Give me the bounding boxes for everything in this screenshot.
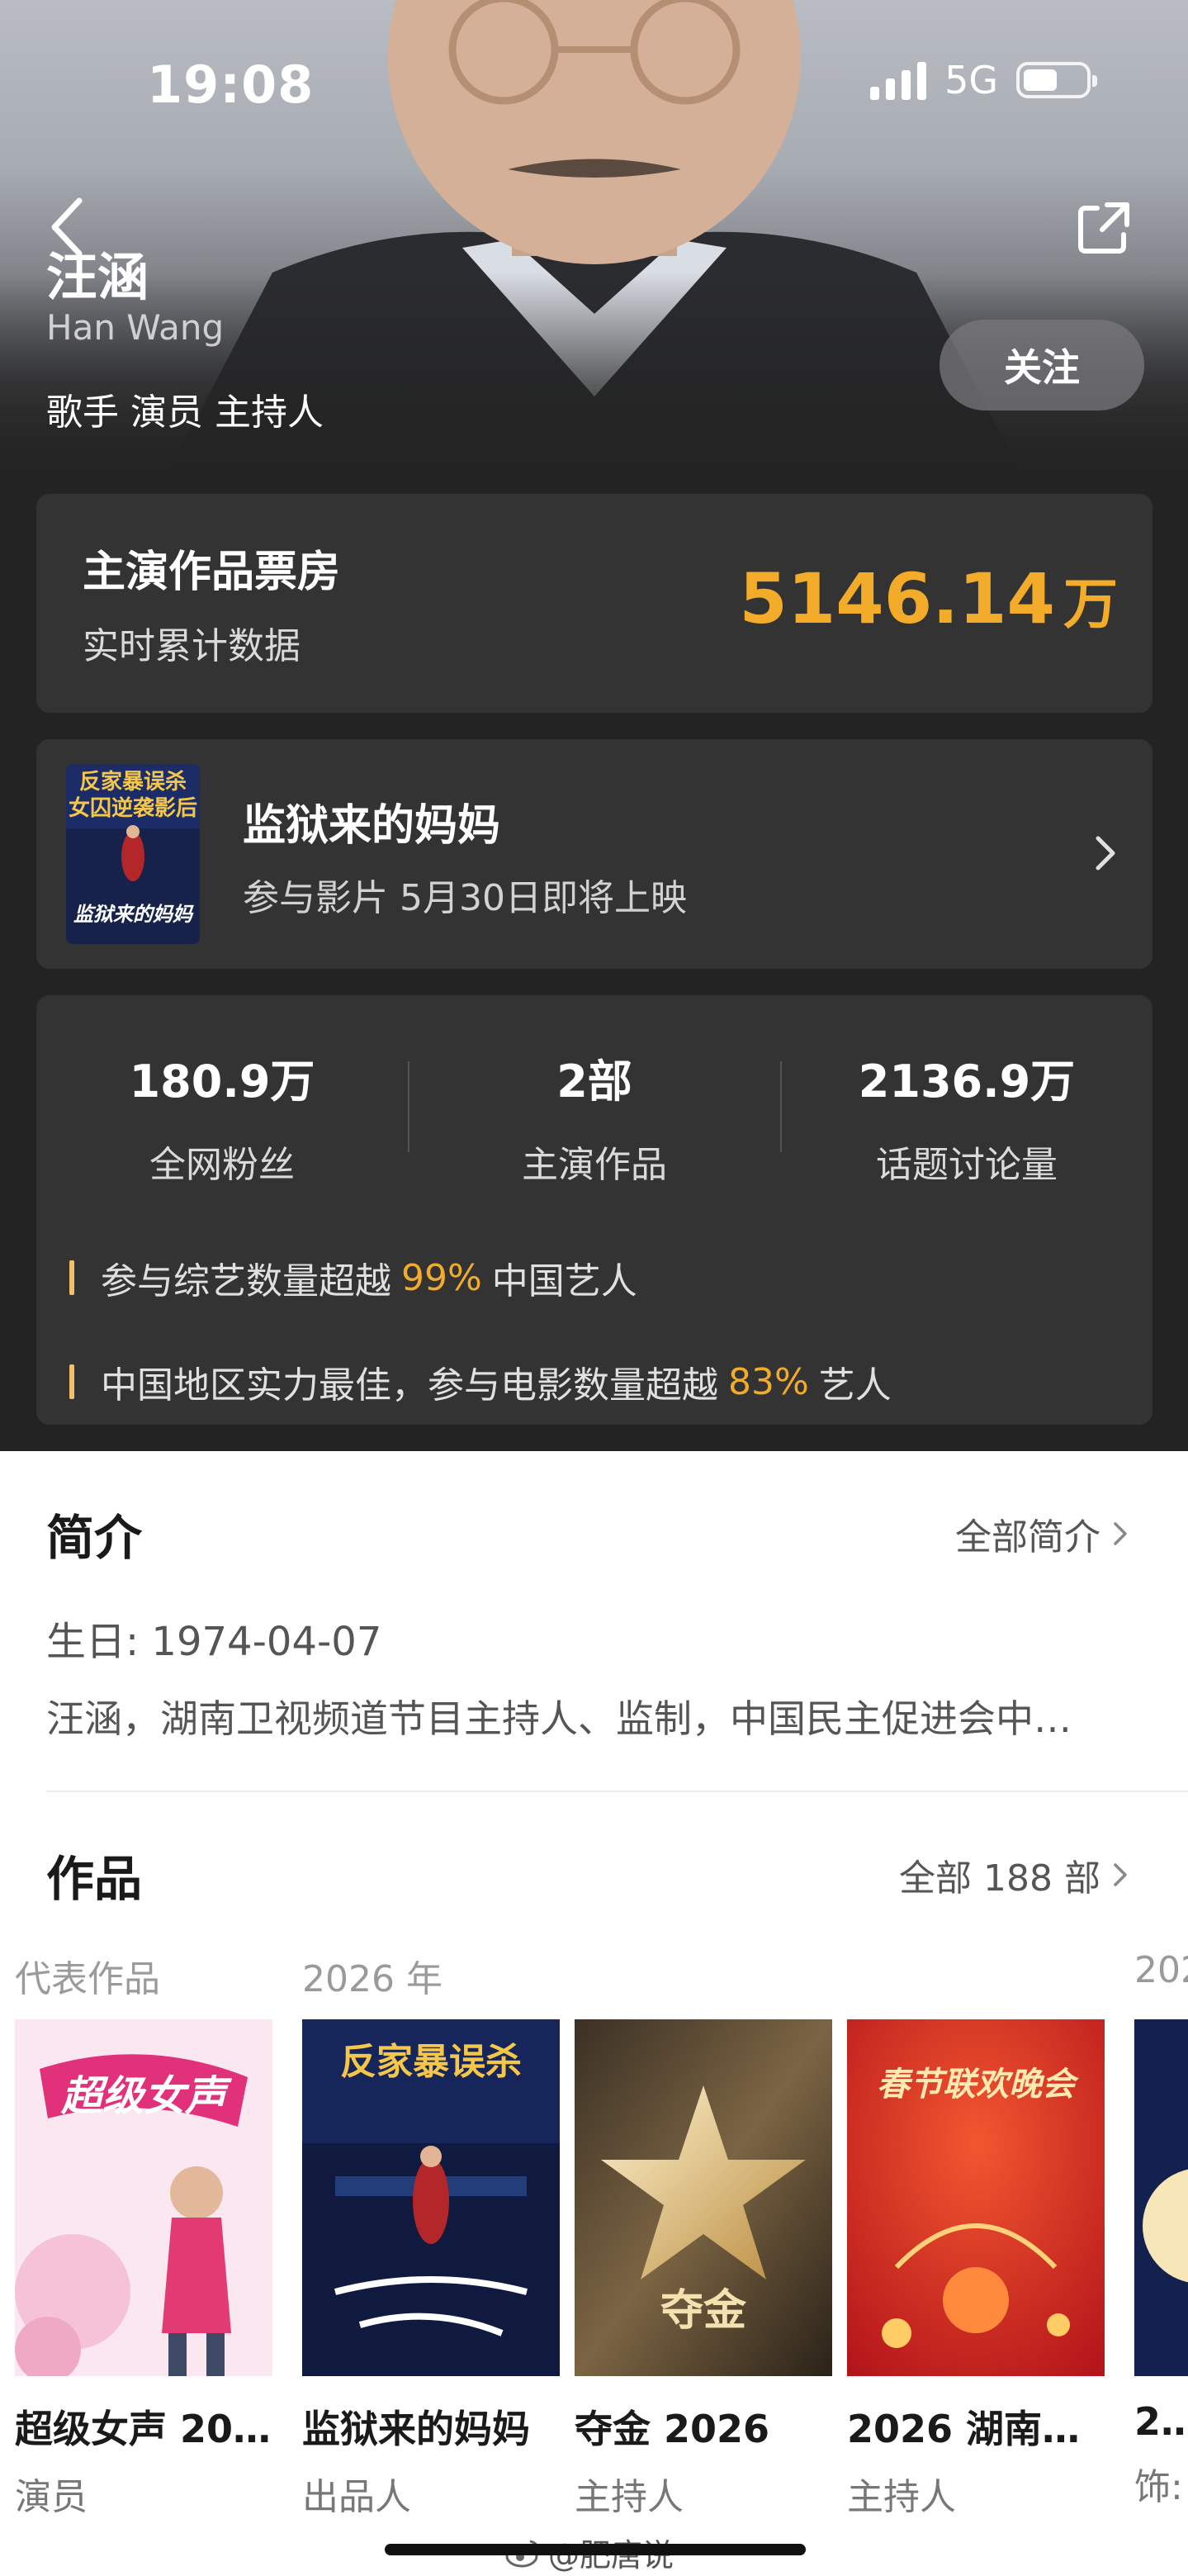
work-poster: 夺金 bbox=[575, 2019, 832, 2376]
work-poster: 反家暴误杀 bbox=[302, 2019, 560, 2376]
work-title: 超级女声 20… bbox=[15, 2407, 272, 2451]
claim-text: 中国地区实力最佳，参与电影数量超越 bbox=[101, 1364, 718, 1407]
home-indicator bbox=[385, 2544, 806, 2555]
claim-variety: 参与综艺数量超越 99% 中国艺人 bbox=[69, 1251, 637, 1304]
work-poster: 春节联欢晚会 bbox=[847, 2019, 1105, 2376]
works-group-label: 2026 年 bbox=[302, 1958, 443, 2000]
network-type: 5G bbox=[944, 58, 998, 102]
claim-text: 艺人 bbox=[818, 1364, 892, 1407]
follow-button[interactable]: 关注 bbox=[940, 320, 1144, 410]
status-time: 19:08 bbox=[147, 55, 315, 115]
upcoming-movie-title: 监狱来的妈妈 bbox=[243, 801, 501, 851]
works-group-label: 202 bbox=[1134, 1949, 1188, 1991]
box-office-title: 主演作品票房 bbox=[83, 548, 341, 597]
work-item[interactable]: 202 饰: bbox=[1134, 2019, 1188, 2510]
stat-value: 2136.9万 bbox=[858, 1056, 1076, 1108]
work-poster-text: 超级女声 bbox=[60, 2072, 232, 2120]
intro-text: 汪涵，湖南卫视频道节目主持人、监制，中国民主促进会中… bbox=[46, 1696, 1072, 1741]
work-role: 主持人 bbox=[575, 2476, 684, 2518]
work-poster-text: 夺金 bbox=[660, 2286, 747, 2336]
works-group-label: 代表作品 bbox=[15, 1958, 160, 2000]
intro-title: 简介 bbox=[46, 1510, 143, 1566]
artist-name: 汪涵 bbox=[46, 247, 149, 307]
birthday: 生日: 1974-04-07 bbox=[46, 1619, 382, 1665]
works-more-label: 全部 188 部 bbox=[899, 1857, 1100, 1900]
box-office-number: 5146.14 bbox=[739, 558, 1055, 639]
stat-works: 2部 主演作品 bbox=[409, 1045, 780, 1188]
work-title: 夺金 2026 bbox=[575, 2407, 770, 2451]
stat-value: 2部 bbox=[556, 1056, 632, 1108]
work-poster-text: 春节联欢晚会 bbox=[877, 2066, 1079, 2104]
upcoming-movie-subtitle: 参与影片 5月30日即将上映 bbox=[243, 877, 687, 919]
stat-value: 180.9万 bbox=[129, 1056, 315, 1108]
battery-icon bbox=[1016, 62, 1097, 98]
stat-label: 主演作品 bbox=[522, 1144, 667, 1186]
upcoming-poster-line2: 女囚逆袭影后 bbox=[69, 795, 197, 821]
artist-name-en: Han Wang bbox=[46, 307, 225, 348]
stat-label: 话题讨论量 bbox=[876, 1144, 1058, 1186]
work-title: 202 bbox=[1134, 2399, 1188, 2444]
claim-text: 中国艺人 bbox=[491, 1260, 637, 1302]
upcoming-movie-card[interactable]: 反家暴误杀 女囚逆袭影后 监狱来的妈妈 监狱来的妈妈 参与影片 5月30日即将上… bbox=[36, 739, 1153, 969]
upcoming-movie-poster: 反家暴误杀 女囚逆袭影后 监狱来的妈妈 bbox=[66, 764, 200, 944]
stat-topic: 2136.9万 话题讨论量 bbox=[781, 1045, 1153, 1188]
stat-label: 全网粉丝 bbox=[149, 1144, 295, 1186]
section-divider bbox=[46, 1791, 1188, 1792]
work-poster-text: 反家暴误杀 bbox=[340, 2041, 522, 2083]
claim-bar bbox=[69, 1364, 74, 1399]
work-poster bbox=[1134, 2019, 1188, 2376]
work-poster: 超级女声 bbox=[15, 2019, 272, 2376]
intro-more-link[interactable]: 全部简介 bbox=[955, 1507, 1130, 1560]
work-item[interactable]: 夺金 夺金 2026 主持人 bbox=[575, 2019, 832, 2520]
chevron-right-icon bbox=[1114, 1863, 1127, 1886]
claim-film: 中国地区实力最佳，参与电影数量超越 83% 艺人 bbox=[69, 1355, 892, 1408]
chevron-right-icon bbox=[1096, 836, 1115, 871]
dark-header-region: 19:08 5G 汪涵 Han Wang 歌手 演员 主持人 关注 主演作品票房… bbox=[0, 0, 1188, 1451]
stats-card: 180.9万 全网粉丝 2部 主演作品 2136.9万 话题讨论量 参与综艺数量… bbox=[36, 995, 1153, 1425]
claim-bar bbox=[69, 1260, 74, 1295]
box-office-subtitle: 实时累计数据 bbox=[83, 625, 301, 667]
work-role: 饰: bbox=[1134, 2466, 1183, 2508]
work-item[interactable]: 春节联欢晚会 2026 湖南… 主持人 bbox=[847, 2019, 1105, 2520]
box-office-card: 主演作品票房 实时累计数据 5146.14 万 bbox=[36, 494, 1153, 713]
work-role: 出品人 bbox=[302, 2476, 411, 2518]
work-role: 演员 bbox=[15, 2476, 88, 2518]
work-item[interactable]: 反家暴误杀 监狱来的妈妈 出品人 bbox=[302, 2019, 560, 2520]
box-office-unit: 万 bbox=[1063, 572, 1118, 636]
claim-percent: 83% bbox=[728, 1360, 809, 1403]
battery-level bbox=[1024, 69, 1057, 91]
stat-fans: 180.9万 全网粉丝 bbox=[36, 1045, 408, 1188]
box-office-value: 5146.14 万 bbox=[739, 558, 1118, 639]
chevron-right-icon bbox=[1114, 1522, 1127, 1545]
work-item[interactable]: 超级女声 超级女声 20… 演员 bbox=[15, 2019, 272, 2520]
artist-roles: 歌手 演员 主持人 bbox=[46, 391, 324, 434]
upcoming-poster-line3: 监狱来的妈妈 bbox=[73, 902, 194, 926]
artist-page: 19:08 5G 汪涵 Han Wang 歌手 演员 主持人 关注 主演作品票房… bbox=[0, 0, 1188, 2576]
claim-percent: 99% bbox=[401, 1256, 482, 1299]
works-more-link[interactable]: 全部 188 部 bbox=[899, 1848, 1130, 1901]
work-title: 2026 湖南… bbox=[847, 2407, 1081, 2451]
intro-more-label: 全部简介 bbox=[955, 1516, 1100, 1558]
works-title: 作品 bbox=[46, 1851, 143, 1907]
claim-text: 参与综艺数量超越 bbox=[101, 1260, 391, 1302]
work-role: 主持人 bbox=[847, 2476, 956, 2518]
work-title: 监狱来的妈妈 bbox=[302, 2407, 530, 2451]
cellular-signal-icon bbox=[870, 60, 927, 100]
upcoming-poster-line1: 反家暴误杀 bbox=[79, 769, 187, 795]
share-icon[interactable] bbox=[1074, 198, 1134, 258]
status-indicators: 5G bbox=[870, 58, 1097, 102]
